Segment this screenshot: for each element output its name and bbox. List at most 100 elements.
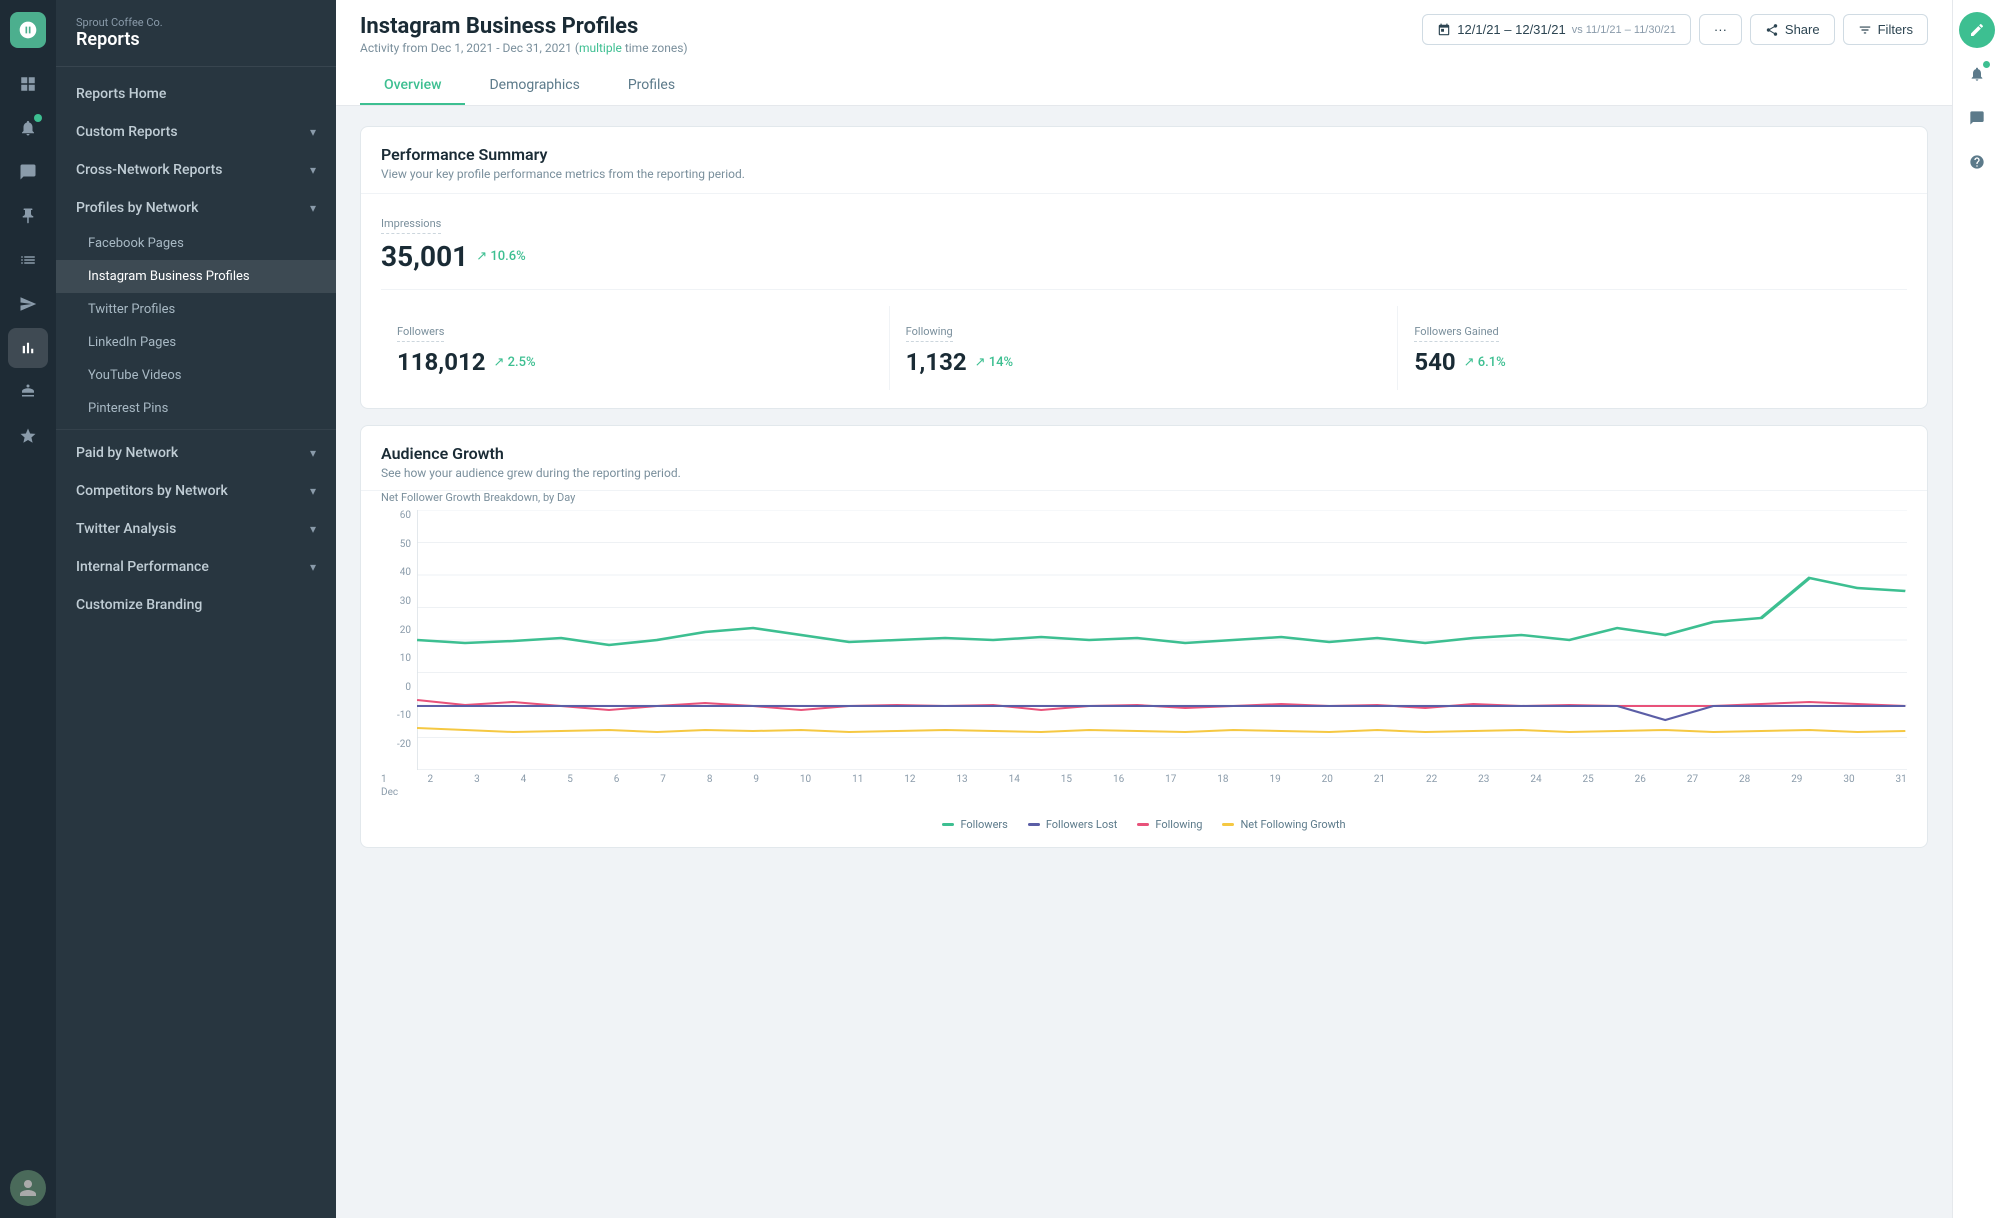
header-top: Instagram Business Profiles Activity fro… — [360, 14, 1928, 55]
followers-gained-label: Followers Gained — [1414, 325, 1498, 342]
sidebar-item-cross-network[interactable]: Cross-Network Reports ▾ — [56, 151, 336, 189]
impressions-label: Impressions — [381, 217, 441, 234]
sidebar-item-pinterest-pins[interactable]: Pinterest Pins — [56, 392, 336, 425]
nav-icon-star[interactable] — [8, 416, 48, 456]
following-value: 1,132 14% — [906, 348, 1382, 376]
legend-followers-lost: Followers Lost — [1028, 818, 1118, 831]
nav-icon-grid[interactable] — [8, 64, 48, 104]
right-icon-help[interactable] — [1959, 144, 1995, 180]
audience-growth-title: Audience Growth — [381, 444, 1907, 463]
left-icon-rail — [0, 0, 56, 1218]
compare-range: vs 11/1/21 – 11/30/21 — [1572, 24, 1676, 36]
impressions-metric: Impressions 35,001 10.6% — [381, 212, 1907, 290]
page-title: Instagram Business Profiles — [360, 14, 688, 39]
audience-growth-desc: See how your audience grew during the re… — [381, 466, 1907, 480]
chevron-icon: ▾ — [310, 560, 316, 574]
sidebar-item-facebook-pages[interactable]: Facebook Pages — [56, 227, 336, 260]
page-subtitle: Activity from Dec 1, 2021 - Dec 31, 2021… — [360, 41, 688, 55]
more-options-button[interactable]: ··· — [1699, 14, 1742, 45]
tab-overview[interactable]: Overview — [360, 67, 465, 105]
following-label: Following — [906, 325, 953, 342]
nav-icon-pin[interactable] — [8, 196, 48, 236]
right-icon-rail — [1952, 0, 2000, 1218]
right-icon-message[interactable] — [1959, 100, 1995, 136]
filters-label: Filters — [1878, 22, 1913, 37]
sidebar-item-competitors-by-network[interactable]: Competitors by Network ▾ — [56, 472, 336, 510]
sidebar-item-internal-performance[interactable]: Internal Performance ▾ — [56, 548, 336, 586]
sidebar-item-twitter-profiles[interactable]: Twitter Profiles — [56, 293, 336, 326]
main-header: Instagram Business Profiles Activity fro… — [336, 0, 1952, 106]
legend-dot-followers-lost — [1028, 823, 1040, 826]
tab-profiles[interactable]: Profiles — [604, 67, 699, 105]
legend-dot-following — [1137, 823, 1149, 826]
notification-badge — [34, 114, 42, 122]
audience-growth-card: Audience Growth See how your audience gr… — [360, 425, 1928, 848]
sidebar-item-instagram-business[interactable]: Instagram Business Profiles — [56, 260, 336, 293]
chart-legend: Followers Followers Lost Following Net F… — [361, 808, 1927, 847]
followers-line — [417, 578, 1905, 645]
impressions-change: 10.6% — [476, 249, 525, 264]
net-following-line — [417, 728, 1905, 732]
followers-label: Followers — [397, 325, 444, 342]
share-button[interactable]: Share — [1750, 14, 1835, 45]
chevron-icon: ▾ — [310, 201, 316, 215]
nav-icon-bar-chart[interactable] — [8, 328, 48, 368]
nav-icon-list[interactable] — [8, 240, 48, 280]
x-axis: 123 456 789 101112 131415 161718 192021 … — [381, 770, 1907, 785]
sidebar-item-linkedin-pages[interactable]: LinkedIn Pages — [56, 326, 336, 359]
right-icon-edit[interactable] — [1959, 12, 1995, 48]
sidebar: Sprout Coffee Co. Reports Reports Home C… — [56, 0, 336, 1218]
performance-summary-desc: View your key profile performance metric… — [381, 167, 1907, 181]
nav-icon-chat[interactable] — [8, 152, 48, 192]
right-icon-bell[interactable] — [1959, 56, 1995, 92]
header-actions: 12/1/21 – 12/31/21 vs 11/1/21 – 11/30/21… — [1422, 14, 1928, 45]
share-label: Share — [1785, 22, 1820, 37]
chart-label: Net Follower Growth Breakdown, by Day — [361, 491, 1927, 510]
main-content: Instagram Business Profiles Activity fro… — [336, 0, 1952, 1218]
performance-summary-header: Performance Summary View your key profil… — [361, 127, 1927, 194]
line-chart — [417, 510, 1907, 770]
followers-gained-value: 540 6.1% — [1414, 348, 1891, 376]
metrics-row: Followers 118,012 2.5% Following 1,132 1… — [381, 306, 1907, 390]
sidebar-item-customize-branding[interactable]: Customize Branding — [56, 586, 336, 624]
sidebar-item-profiles-by-network[interactable]: Profiles by Network ▾ — [56, 189, 336, 227]
impressions-value: 35,001 10.6% — [381, 240, 1907, 273]
legend-dot-followers — [942, 823, 954, 826]
following-metric: Following 1,132 14% — [890, 306, 1399, 390]
legend-label-following: Following — [1155, 818, 1202, 831]
chart-area: 60 50 40 30 20 10 0 -10 -20 — [361, 510, 1927, 808]
chevron-icon: ▾ — [310, 163, 316, 177]
filters-button[interactable]: Filters — [1843, 14, 1928, 45]
timezone-link[interactable]: multiple — [579, 41, 622, 55]
divider — [56, 429, 336, 430]
sidebar-title: Reports — [76, 29, 316, 50]
followers-change: 2.5% — [494, 355, 536, 370]
performance-summary-card: Performance Summary View your key profil… — [360, 126, 1928, 409]
sidebar-item-custom-reports[interactable]: Custom Reports ▾ — [56, 113, 336, 151]
tab-demographics[interactable]: Demographics — [465, 67, 603, 105]
followers-gained-change: 6.1% — [1464, 355, 1506, 370]
nav-icon-bell[interactable] — [8, 108, 48, 148]
sidebar-item-reports-home[interactable]: Reports Home — [56, 75, 336, 113]
legend-net-following: Net Following Growth — [1222, 818, 1345, 831]
metrics-section: Impressions 35,001 10.6% Followers 118,0… — [361, 194, 1927, 408]
nav-icon-send[interactable] — [8, 284, 48, 324]
notification-dot — [1983, 61, 1990, 68]
sidebar-item-paid-by-network[interactable]: Paid by Network ▾ — [56, 434, 336, 472]
sidebar-item-youtube-videos[interactable]: YouTube Videos — [56, 359, 336, 392]
followers-gained-metric: Followers Gained 540 6.1% — [1398, 306, 1907, 390]
date-range-value: 12/1/21 – 12/31/21 — [1457, 22, 1565, 37]
legend-following: Following — [1137, 818, 1202, 831]
followers-value: 118,012 2.5% — [397, 348, 873, 376]
chevron-icon: ▾ — [310, 446, 316, 460]
x-axis-label: Dec — [381, 785, 1907, 798]
sidebar-item-twitter-analysis[interactable]: Twitter Analysis ▾ — [56, 510, 336, 548]
legend-label-net-following: Net Following Growth — [1240, 818, 1345, 831]
chevron-icon: ▾ — [310, 522, 316, 536]
date-range-button[interactable]: 12/1/21 – 12/31/21 vs 11/1/21 – 11/30/21 — [1422, 14, 1691, 45]
chevron-icon: ▾ — [310, 484, 316, 498]
nav-icon-bot[interactable] — [8, 372, 48, 412]
brand-logo — [10, 12, 46, 48]
company-name: Sprout Coffee Co. — [76, 16, 316, 29]
user-avatar[interactable] — [10, 1170, 46, 1206]
